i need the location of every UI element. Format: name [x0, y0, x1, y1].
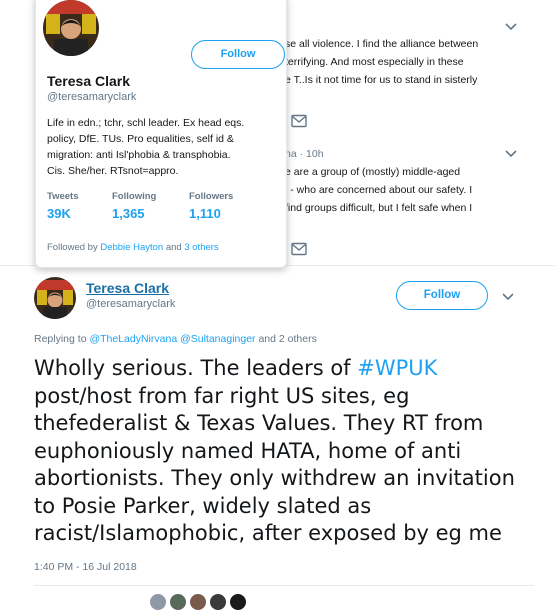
avatar[interactable] — [150, 594, 166, 610]
stat-value: 1,365 — [112, 206, 145, 221]
tweet-text-line-6: to Posie Parker, widely slated as — [34, 493, 372, 518]
stat-label: Tweets — [47, 191, 79, 202]
bg-tweet-1-line-1: se all violence. I find the alliance bet… — [285, 38, 479, 50]
tweet-text-line-4: euphoniously named HATA, home of anti — [34, 438, 462, 463]
tweet-text-line-2: post/host from far right US sites, eg — [34, 383, 410, 408]
followed-by-user-link[interactable]: Debbie Hayton — [100, 242, 163, 253]
avatar[interactable] — [190, 594, 206, 610]
avatar[interactable] — [42, 0, 100, 57]
profile-handle[interactable]: @teresamaryclark — [47, 91, 136, 103]
replying-prefix: Replying to — [34, 333, 90, 345]
tweet-text-line-7: racist/Islamophobic, after exposed by eg… — [34, 521, 502, 545]
profile-name[interactable]: Teresa Clark — [47, 73, 130, 89]
followed-by-prefix: Followed by — [47, 242, 101, 253]
hashtag-link[interactable]: #WPUK — [357, 356, 437, 380]
chevron-down-icon[interactable] — [503, 18, 519, 34]
bg-tweet-1-line-3: e T..Is it not time for us to stand in s… — [285, 74, 478, 86]
profile-bio-line-2: policy, DfE. TUs. Pro equalities, self i… — [47, 133, 234, 145]
avatar[interactable] — [210, 594, 226, 610]
chevron-down-icon[interactable] — [500, 288, 516, 304]
tweet-text-span: Wholly serious. The leaders of — [34, 356, 358, 380]
divider — [34, 585, 534, 586]
profile-bio-line-4: Cis. She/her. RTsnot=appro. — [47, 165, 179, 177]
bg-tweet-2-line-3: find groups difficult, but I felt safe w… — [285, 202, 473, 214]
tweet-author-handle[interactable]: @teresamaryclark — [86, 298, 175, 310]
chevron-down-icon[interactable] — [503, 145, 519, 161]
profile-hover-card[interactable]: Follow Teresa Clark @teresamaryclark Lif… — [35, 0, 287, 268]
avatar[interactable] — [230, 594, 246, 610]
followed-by: Followed by Debbie Hayton and 3 others — [47, 242, 219, 253]
envelope-icon[interactable] — [291, 114, 307, 128]
stat-tweets[interactable]: Tweets 39K — [47, 191, 79, 221]
stat-label: Followers — [189, 191, 234, 202]
stat-value: 39K — [47, 206, 71, 221]
follow-button[interactable]: Follow — [191, 40, 285, 69]
reply-user-link[interactable]: @TheLadyNirvana — [89, 333, 177, 345]
envelope-icon[interactable] — [291, 242, 307, 256]
replying-suffix: and 2 others — [255, 333, 317, 345]
profile-bio-line-1: Life in edn.; tchr, schl leader. Ex head… — [47, 117, 245, 129]
tweet-text-line-1: Wholly serious. The leaders of #WPUK — [34, 355, 549, 383]
bg-tweet-2-line-2: l - who are concerned about our safety. … — [285, 184, 473, 196]
profile-bio-line-3: migration: anti Isl'phobia & transphobia… — [47, 149, 231, 161]
stat-followers[interactable]: Followers 1,110 — [189, 191, 233, 221]
stat-following[interactable]: Following 1,365 — [112, 191, 156, 221]
bg-tweet-2-meta: na · 10h — [285, 148, 324, 160]
tweet-text-line-5: abortionists. They only withdrew an invi… — [34, 466, 515, 490]
stat-value: 1,110 — [189, 206, 221, 221]
followed-by-others-link[interactable]: 3 others — [184, 242, 218, 253]
replying-to: Replying to @TheLadyNirvana @Sultanaging… — [34, 333, 317, 345]
followed-by-and: and — [163, 242, 185, 253]
stat-label: Following — [112, 191, 157, 202]
reply-user-link[interactable]: @Sultanaginger — [180, 333, 255, 345]
avatar[interactable] — [170, 594, 186, 610]
follow-button[interactable]: Follow — [396, 281, 488, 310]
tweet-author-name[interactable]: Teresa Clark — [86, 280, 169, 296]
bg-tweet-1-line-2: terrifying. And most especially in these — [285, 56, 464, 68]
tweet-text-line-3: thefederalist & Texas Values. They RT fr… — [34, 411, 484, 435]
tweet-text: Wholly serious. The leaders of #WPUK pos… — [34, 355, 549, 548]
tweet-timestamp[interactable]: 1:40 PM - 16 Jul 2018 — [34, 561, 137, 573]
bg-tweet-2-line-1: e are a group of (mostly) middle-aged — [285, 166, 461, 178]
avatar[interactable] — [34, 277, 76, 319]
